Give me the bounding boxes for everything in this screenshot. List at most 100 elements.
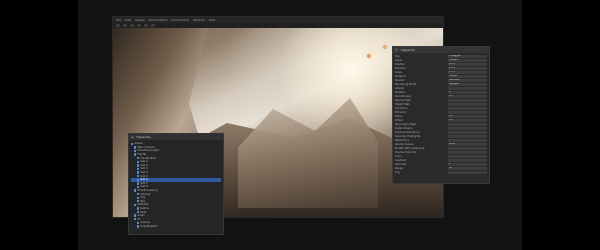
row-value[interactable] <box>448 151 487 154</box>
row-label: Metallic <box>395 91 406 95</box>
tree-item[interactable]: EventSystem <box>131 225 221 229</box>
tree-item-label: Canvas <box>140 221 150 225</box>
row-value[interactable]: 1 <box>448 162 487 166</box>
row-label: Fog <box>395 170 400 174</box>
tree-item-label: Scene <box>134 142 143 146</box>
row-value[interactable] <box>448 123 487 126</box>
row-label: Normal Map <box>395 99 411 103</box>
inspector-row: Albedo <box>395 87 487 90</box>
tree-item-label: Fractal <box>137 153 147 157</box>
row-value[interactable]: Opaque <box>448 83 487 86</box>
row-value[interactable]: 2000 <box>448 143 487 146</box>
tree-item-label: Audio <box>137 214 145 218</box>
tree-item-label: Post Processing <box>137 189 158 193</box>
row-label: Color <box>395 154 402 158</box>
inspector-row: Enable GPU Instancing <box>395 147 487 150</box>
row-label: Offset <box>395 118 403 122</box>
row-value[interactable]: 10 <box>448 166 487 170</box>
menu-item[interactable]: Window <box>193 18 205 22</box>
cube-icon <box>137 196 140 199</box>
inspector-row: Color <box>395 155 487 158</box>
row-label: Double Sided GI <box>395 150 416 154</box>
row-value[interactable] <box>448 99 487 102</box>
row-label: Secondary Maps <box>395 122 417 126</box>
inspector-panel: ⓘ Inspector Tag Untagged Layer Default Posit… <box>392 46 490 184</box>
inspector-row: Rendering Mode Opaque <box>395 83 487 86</box>
hand-icon[interactable] <box>116 24 120 27</box>
row-value[interactable]: Untagged <box>448 55 487 58</box>
inspector-row: Specular Highlights <box>395 135 487 138</box>
inspector-row: Intensity 1 <box>395 163 487 166</box>
rect-icon[interactable] <box>144 24 148 27</box>
row-value[interactable]: 1 1 <box>448 115 487 118</box>
inspector-title: Inspector <box>401 48 416 52</box>
menu-item[interactable]: Help <box>209 18 216 22</box>
row-value[interactable] <box>448 107 487 110</box>
row-value[interactable]: Default <box>448 59 487 62</box>
inspector-row: Forward Rendering <box>395 131 487 134</box>
row-value[interactable] <box>448 111 487 114</box>
tree-item-label: EventSystem <box>140 224 158 228</box>
row-value[interactable] <box>448 170 487 174</box>
row-label: Detail Albedo <box>395 126 413 130</box>
row-label: Tiling <box>395 114 402 118</box>
cube-icon <box>137 207 140 210</box>
row-value[interactable] <box>448 103 487 106</box>
inspector-row: Tag Untagged <box>395 55 487 58</box>
row-value[interactable]: 0 <box>448 91 487 94</box>
row-label: Emission <box>395 110 407 114</box>
row-value[interactable]: 0 0 0 <box>448 63 487 66</box>
tree-item-label: Sub 8 <box>140 185 148 189</box>
inspector-row: Tiling 1 1 <box>395 115 487 118</box>
menu-item[interactable]: Assets <box>135 18 145 22</box>
list-icon: ≡ <box>131 135 134 139</box>
row-value[interactable] <box>448 158 487 162</box>
tree-item-label: Sub 3 <box>140 167 148 171</box>
inspector-body: Tag Untagged Layer Default Position 0 0 0 Rota… <box>393 53 489 177</box>
row-label: Albedo <box>395 87 404 91</box>
menu-item[interactable]: Component <box>171 18 188 22</box>
row-value[interactable]: 0 0 <box>448 119 487 122</box>
rotate-icon[interactable] <box>130 24 134 27</box>
tree-item-label: Sub 1 <box>140 160 148 164</box>
inspector-row: Occlusion <box>395 107 487 110</box>
row-value[interactable]: 1 1 1 <box>448 71 487 74</box>
menu-item[interactable]: Edit <box>125 18 131 22</box>
row-value[interactable] <box>448 139 487 142</box>
row-value[interactable] <box>448 131 487 134</box>
inspector-row: Material Fractal <box>395 75 487 78</box>
row-label: Rendering Mode <box>395 83 417 87</box>
hierarchy-title: Hierarchy <box>136 135 152 139</box>
cube-icon <box>134 153 137 156</box>
cube-icon <box>137 192 140 196</box>
cube-icon <box>137 160 140 163</box>
cube-icon <box>134 218 137 221</box>
move-icon[interactable] <box>123 24 127 27</box>
row-value[interactable] <box>448 155 487 158</box>
cube-icon <box>137 225 140 228</box>
inspector-row: Range 10 <box>395 167 487 170</box>
row-value[interactable]: Fractal <box>448 75 487 78</box>
inspector-row: Layer Default <box>395 59 487 62</box>
row-value[interactable]: Standard <box>448 79 487 82</box>
inspector-row: Render Queue 2000 <box>395 143 487 146</box>
cube-icon <box>134 214 137 217</box>
row-value[interactable] <box>448 135 487 138</box>
tree-item-label: Sub 4 <box>140 171 148 175</box>
row-label: Height Map <box>395 103 410 106</box>
tree-item-label: Particles <box>137 203 149 207</box>
inspector-row: Position 0 0 0 <box>395 63 487 66</box>
scale-icon[interactable] <box>137 24 141 27</box>
row-value[interactable] <box>448 87 487 90</box>
row-label: Gradient <box>395 158 407 162</box>
transform-icon[interactable] <box>151 24 155 27</box>
row-value[interactable] <box>448 147 487 150</box>
inspector-row: Offset 0 0 <box>395 119 487 122</box>
menu-item[interactable]: File <box>116 18 121 22</box>
row-value[interactable]: 0.5 <box>448 95 487 98</box>
cube-icon <box>134 146 137 149</box>
row-value[interactable] <box>448 127 487 130</box>
menu-item[interactable]: GameObject <box>149 18 168 22</box>
inspector-row: Secondary Maps <box>395 123 487 126</box>
row-value[interactable]: 0 0 0 <box>448 67 487 70</box>
